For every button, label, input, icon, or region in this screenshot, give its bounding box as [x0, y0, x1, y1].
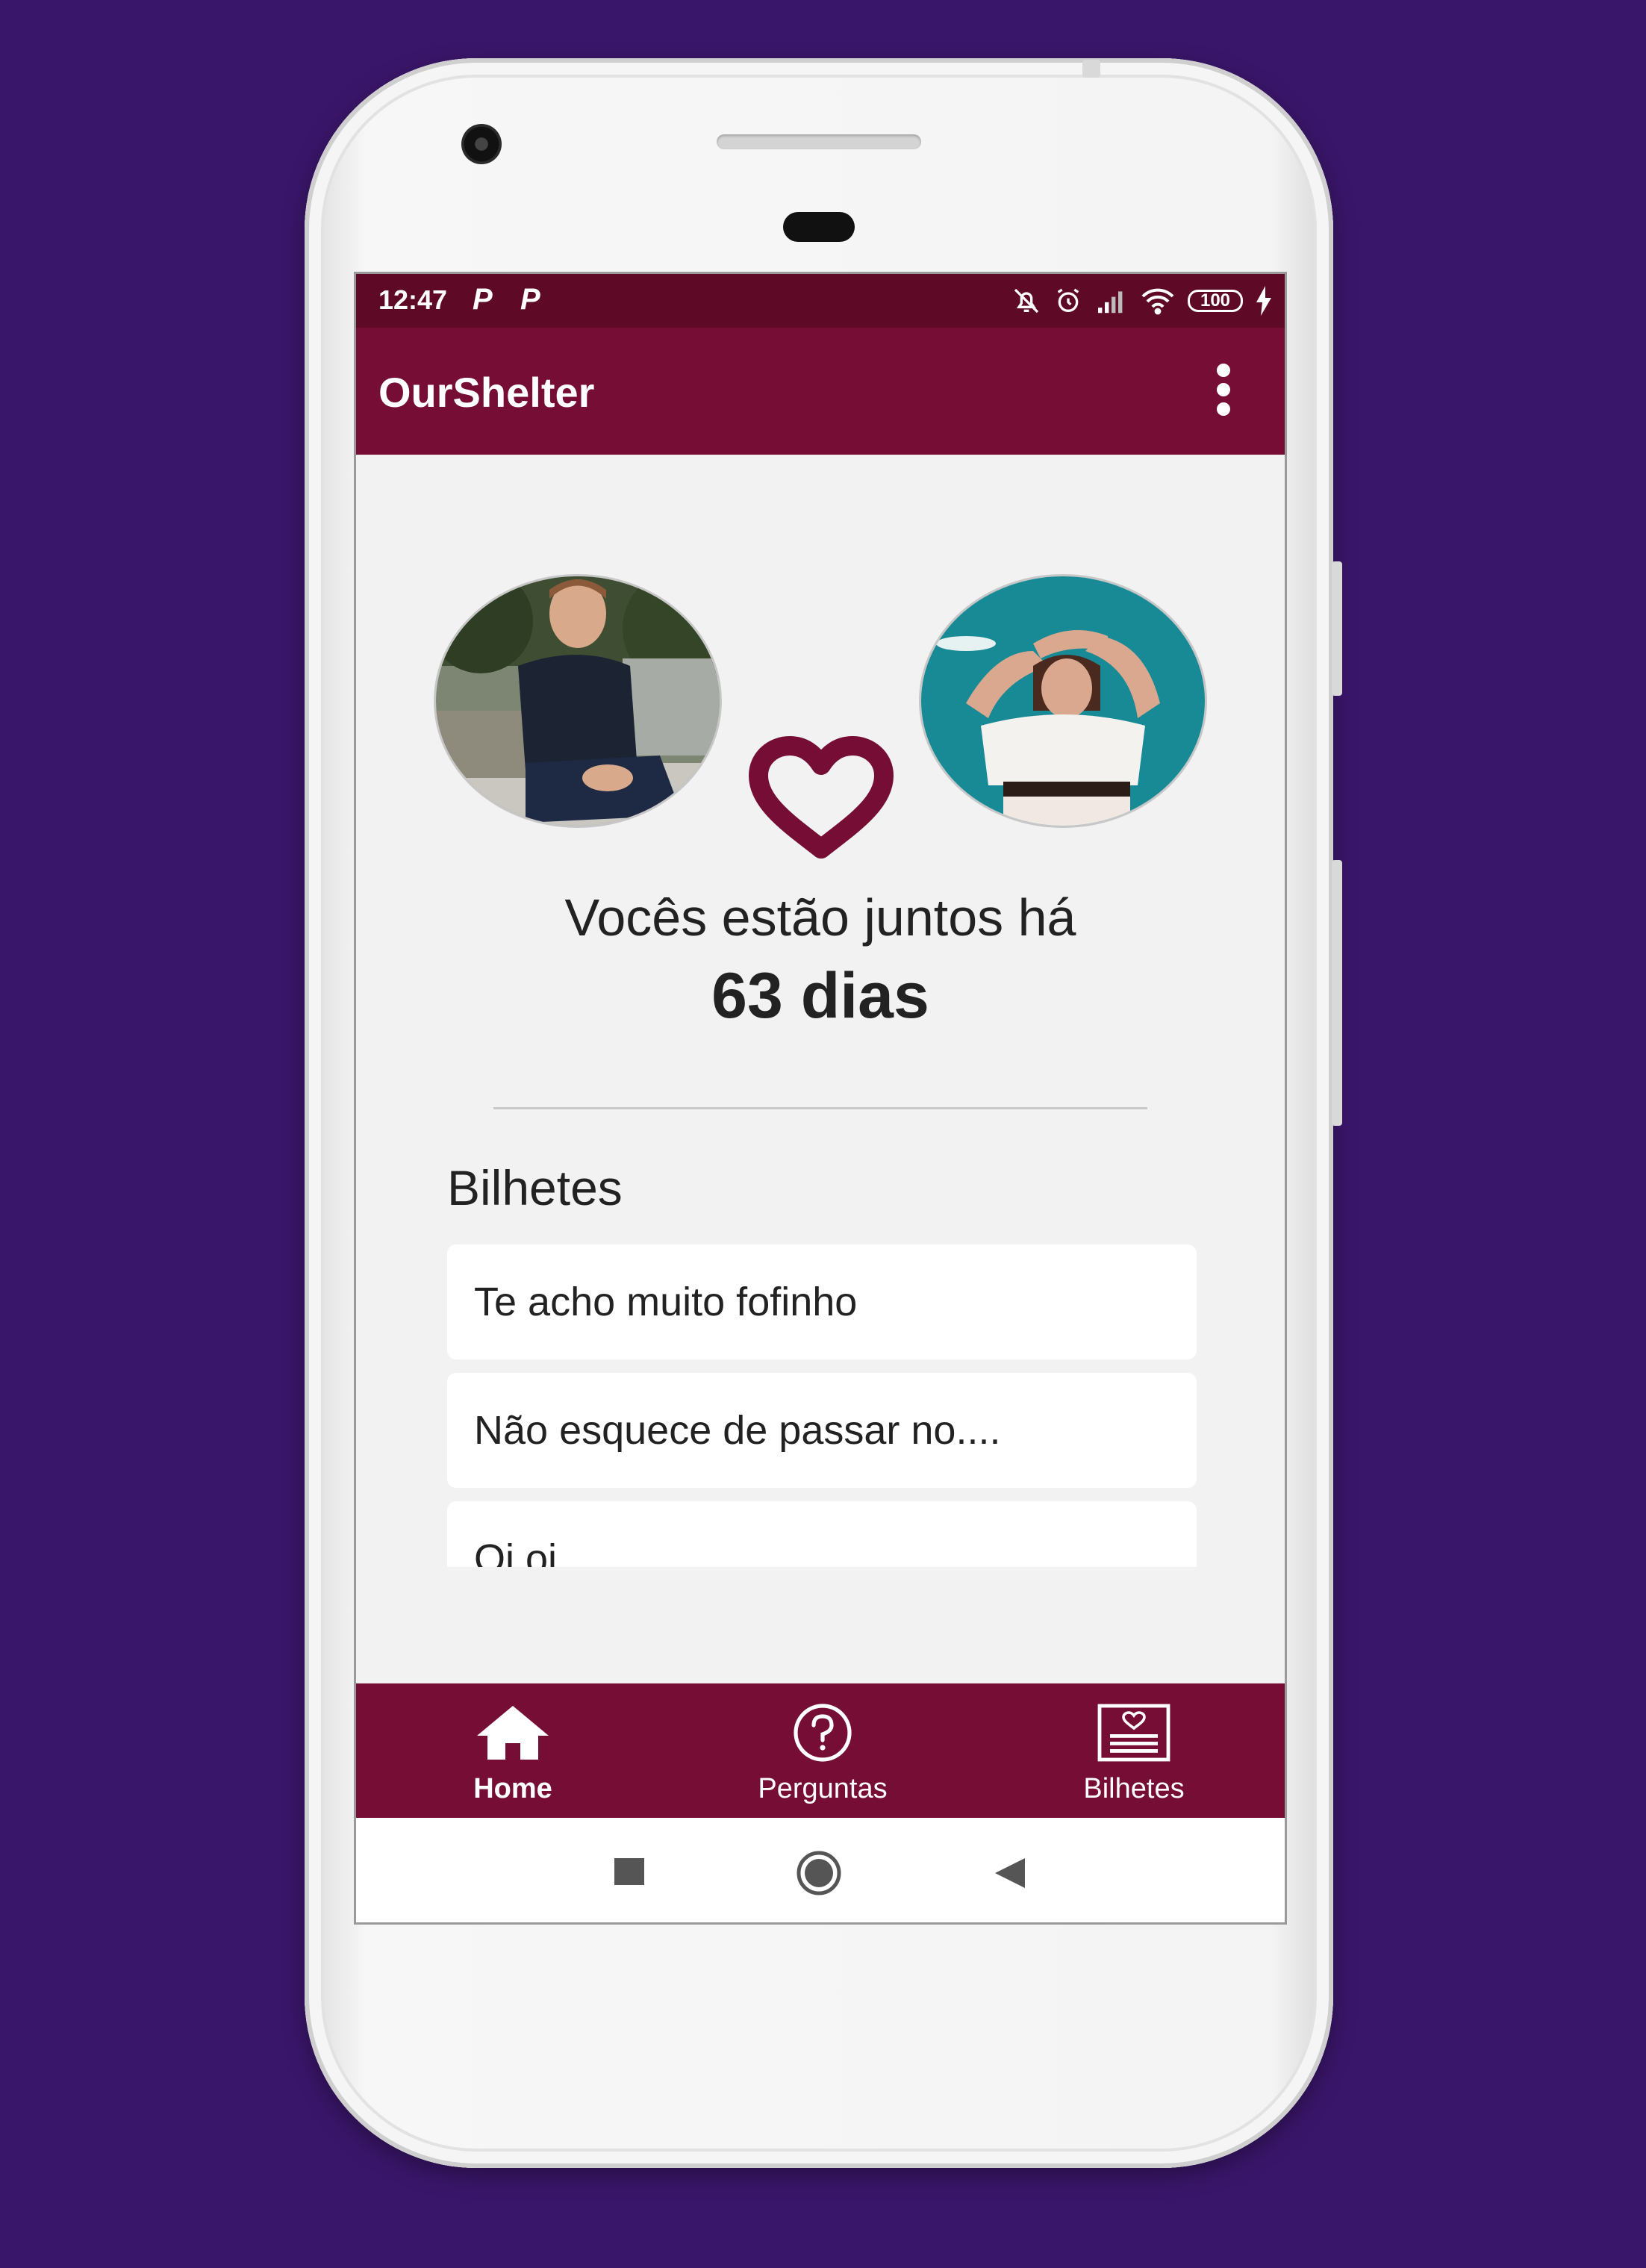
system-navigation-bar: [356, 1818, 1285, 1922]
parking-notification-icon: P: [473, 283, 493, 316]
notes-section-title: Bilhetes: [447, 1160, 623, 1215]
proximity-sensor: [783, 212, 855, 242]
woman-photo: [921, 576, 1205, 826]
front-camera: [461, 124, 502, 164]
question-circle-icon: [794, 1704, 852, 1762]
back-icon[interactable]: [994, 1857, 1026, 1890]
partner-avatar-left[interactable]: [434, 574, 722, 828]
charging-icon: [1256, 286, 1271, 316]
section-divider: [493, 1107, 1147, 1109]
status-time: 12:47: [378, 284, 448, 315]
home-icon: [477, 1706, 549, 1760]
status-bar: 12:47 P P 100: [356, 274, 1285, 328]
man-photo: [436, 576, 720, 826]
nav-perguntas[interactable]: Perguntas: [711, 1683, 935, 1818]
bell-off-icon: [1014, 288, 1039, 314]
battery-indicator: 100: [1188, 290, 1243, 312]
alarm-icon: [1057, 288, 1079, 312]
nav-home-label: Home: [473, 1773, 552, 1804]
earpiece-speaker: [717, 134, 921, 149]
heart-icon: [749, 736, 894, 859]
partner-avatar-right[interactable]: [919, 574, 1207, 828]
together-text: Vocês estão juntos há: [564, 888, 1076, 947]
volume-button: [1332, 860, 1342, 1126]
note-card[interactable]: Te acho muito fofinho: [447, 1244, 1197, 1359]
app-screen: 12:47 P P 100 OurShelter Vocês estão jun…: [354, 272, 1287, 1925]
nav-perguntas-label: Perguntas: [758, 1773, 888, 1804]
nav-bilhetes-label: Bilhetes: [1083, 1773, 1185, 1804]
parking-notification-icon-2: P: [520, 283, 540, 316]
home-circle-icon[interactable]: [795, 1849, 843, 1897]
top-notch-mark: [1082, 60, 1100, 78]
signal-icon: [1098, 291, 1123, 314]
status-icons: 100: [1011, 283, 1273, 319]
nav-home[interactable]: Home: [401, 1683, 625, 1818]
wifi-icon: [1141, 288, 1174, 315]
app-title: OurShelter: [378, 369, 595, 416]
app-bar: OurShelter: [356, 328, 1285, 455]
note-card[interactable]: Oi oi: [447, 1501, 1197, 1567]
power-button: [1332, 561, 1342, 696]
notes-list[interactable]: Te acho muito fofinho Não esquece de pas…: [447, 1244, 1197, 1567]
recents-icon[interactable]: [614, 1858, 644, 1888]
days-count: 63 dias: [711, 960, 929, 1032]
note-card[interactable]: Não esquece de passar no....: [447, 1373, 1197, 1488]
note-heart-icon: [1097, 1704, 1170, 1762]
nav-bilhetes[interactable]: Bilhetes: [1022, 1683, 1246, 1818]
bottom-navigation: Home Perguntas Bilhetes: [356, 1683, 1285, 1818]
more-vert-icon[interactable]: [1215, 364, 1232, 416]
